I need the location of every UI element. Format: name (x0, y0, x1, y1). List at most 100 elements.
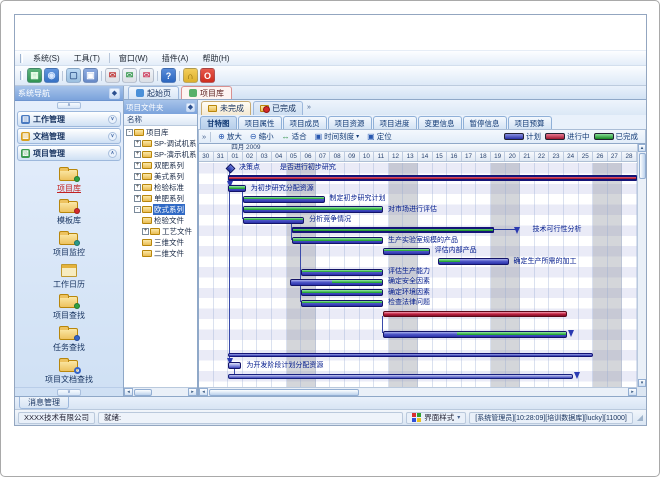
tool-缩小[interactable]: ⊖缩小 (247, 130, 277, 143)
sidebar-item-work-calendar[interactable]: 工作日历 (15, 260, 123, 292)
collapse-minus-icon[interactable]: - (134, 206, 141, 213)
scrollbar-thumb[interactable] (639, 153, 646, 179)
gantt-task-bar[interactable] (243, 217, 304, 224)
tree-node[interactable]: -欧式系列 (124, 204, 197, 215)
function-tab-甘特图[interactable]: 甘特图 (200, 116, 237, 129)
function-tab-变更信息[interactable]: 变更信息 (418, 116, 462, 129)
sidebar-item-project-doc-search[interactable]: 项目文档查找 (15, 355, 123, 387)
web-icon[interactable]: ◉ (44, 68, 59, 83)
gantt-vertical-scrollbar[interactable]: ▴ ▾ (637, 144, 646, 387)
help-icon[interactable]: ? (161, 68, 176, 83)
tree-node[interactable]: 检验文件 (124, 215, 197, 226)
tree-node[interactable]: +SP-演示机系 (124, 149, 197, 160)
chevron-down-icon[interactable]: ∨ (57, 389, 81, 396)
tab-message-management[interactable]: 消息管理 (19, 397, 69, 409)
expand-plus-icon[interactable]: + (134, 140, 141, 147)
expand-plus-icon[interactable]: + (134, 162, 141, 169)
gantt-task-bar[interactable] (228, 362, 241, 369)
scrollbar-thumb[interactable] (209, 389, 359, 396)
function-tab-项目成员[interactable]: 项目成员 (283, 116, 327, 129)
chevron-up-icon[interactable]: ∧ (108, 149, 117, 158)
function-tab-项目资源[interactable]: 项目资源 (328, 116, 372, 129)
function-tab-项目属性[interactable]: 项目属性 (238, 116, 282, 129)
menubar-grip[interactable] (20, 54, 23, 63)
chevron-down-icon[interactable]: » (307, 104, 311, 111)
tree-node[interactable]: +检验标准 (124, 182, 197, 193)
tree-node[interactable]: +美式系列 (124, 171, 197, 182)
gantt-task-bar[interactable] (301, 269, 383, 276)
lock-icon[interactable]: ∩ (183, 68, 198, 83)
scroll-down-icon[interactable]: ▾ (638, 379, 646, 387)
tree-node[interactable]: +SP-调试机系 (124, 138, 197, 149)
tool-适合[interactable]: ↔适合 (279, 130, 310, 143)
expand-plus-icon[interactable]: + (134, 195, 141, 202)
tree-node[interactable]: 二维文件 (124, 248, 197, 259)
gantt-task-bar[interactable] (228, 185, 246, 192)
expand-plus-icon[interactable]: + (134, 184, 141, 191)
gantt-task-bar[interactable] (243, 206, 383, 213)
function-tab-暂停信息[interactable]: 暂停信息 (463, 116, 507, 129)
tool-时间刻度[interactable]: ▣时间刻度▾ (312, 130, 363, 143)
function-tab-项目预算[interactable]: 项目预算 (508, 116, 552, 129)
gantt-task-bar[interactable] (290, 279, 383, 286)
gantt-task-bar[interactable] (383, 331, 567, 338)
tool-定位[interactable]: ▣定位 (364, 130, 395, 143)
gantt-plan-line-bar[interactable] (228, 374, 573, 379)
pin-icon[interactable]: ◆ (186, 103, 195, 112)
tab-起始页[interactable]: 起始页 (128, 86, 179, 99)
toolbar-grip[interactable] (20, 71, 23, 80)
sidebar-item-template-library-folder[interactable]: 模板库 (15, 197, 123, 229)
resize-grip-icon[interactable]: ◢ (637, 413, 643, 422)
gantt-progress-bar[interactable] (383, 311, 567, 317)
scroll-right-icon[interactable]: ▸ (188, 388, 197, 396)
exit-icon[interactable]: O (200, 68, 215, 83)
tree-node[interactable]: +工艺文件 (124, 226, 197, 237)
menu-item[interactable]: 工具(T) (67, 52, 107, 65)
tree-node[interactable]: -项目库 (124, 127, 197, 138)
gantt-summary-progress-bar[interactable] (228, 175, 637, 181)
sidebar-item-task-search-folder[interactable]: 任务查找 (15, 324, 123, 356)
chevron-down-icon[interactable]: ∨ (108, 132, 117, 141)
expand-plus-icon[interactable]: + (134, 151, 141, 158)
scroll-right-icon[interactable]: ▸ (628, 388, 637, 396)
menu-item[interactable]: 窗口(W) (112, 52, 155, 65)
gantt-task-bar[interactable] (438, 258, 508, 265)
menu-item[interactable]: 插件(A) (155, 52, 196, 65)
gantt-summary-plan-bar[interactable] (228, 353, 593, 357)
expand-plus-icon[interactable]: + (134, 173, 141, 180)
tree-node[interactable]: +双肥系列 (124, 160, 197, 171)
sidebar-group-collapsed[interactable]: ▥文档管理∨ (17, 128, 121, 144)
view-tab-未完成[interactable]: 未完成 (201, 101, 251, 115)
alert-icon[interactable]: ✉ (139, 68, 154, 83)
system-icon[interactable]: ▦ (27, 68, 42, 83)
gantt-task-bar[interactable] (292, 237, 383, 244)
message-icon[interactable]: ✉ (105, 68, 120, 83)
chevron-up-icon[interactable]: ∧ (57, 102, 81, 109)
gantt-task-bar[interactable] (243, 196, 325, 203)
sidebar-item-project-monitor-folder[interactable]: 项目监控 (15, 228, 123, 260)
gantt-horizontal-scrollbar[interactable]: ◂ ▸ (199, 387, 637, 396)
tab-项目库[interactable]: 项目库 (181, 86, 232, 99)
sidebar-item-project-search-folder[interactable]: 项目查找 (15, 292, 123, 324)
tree-node[interactable]: +单肥系列 (124, 193, 197, 204)
chevron-down-icon[interactable]: ∨ (108, 115, 117, 124)
scroll-up-icon[interactable]: ▴ (638, 144, 646, 152)
gantt-task-bar[interactable] (383, 248, 430, 255)
menu-item[interactable]: 帮助(H) (195, 52, 236, 65)
function-tab-项目进度[interactable]: 项目进度 (373, 116, 417, 129)
report-icon[interactable]: ✉ (122, 68, 137, 83)
open-folder-icon[interactable]: ▢ (66, 68, 81, 83)
pin-icon[interactable]: ◆ (109, 88, 120, 99)
window-layout-icon[interactable]: ▣ (83, 68, 98, 83)
sidebar-item-project-library-folder[interactable]: 项目库 (15, 165, 123, 197)
sidebar-group-expanded[interactable]: ▧项目管理∧ (17, 145, 121, 161)
sidebar-group-collapsed[interactable]: ▤工作管理∨ (17, 111, 121, 127)
tool-放大[interactable]: ⊕放大 (215, 130, 245, 143)
gantt-summary-done-bar[interactable] (292, 227, 493, 233)
scroll-left-icon[interactable]: ◂ (124, 388, 133, 396)
scroll-left-icon[interactable]: ◂ (199, 388, 208, 396)
scrollbar-thumb[interactable] (134, 389, 152, 396)
view-tab-已完成[interactable]: 已完成 (253, 101, 303, 115)
tree-horizontal-scrollbar[interactable]: ◂ ▸ (124, 387, 197, 396)
gantt-task-bar[interactable] (301, 300, 383, 307)
